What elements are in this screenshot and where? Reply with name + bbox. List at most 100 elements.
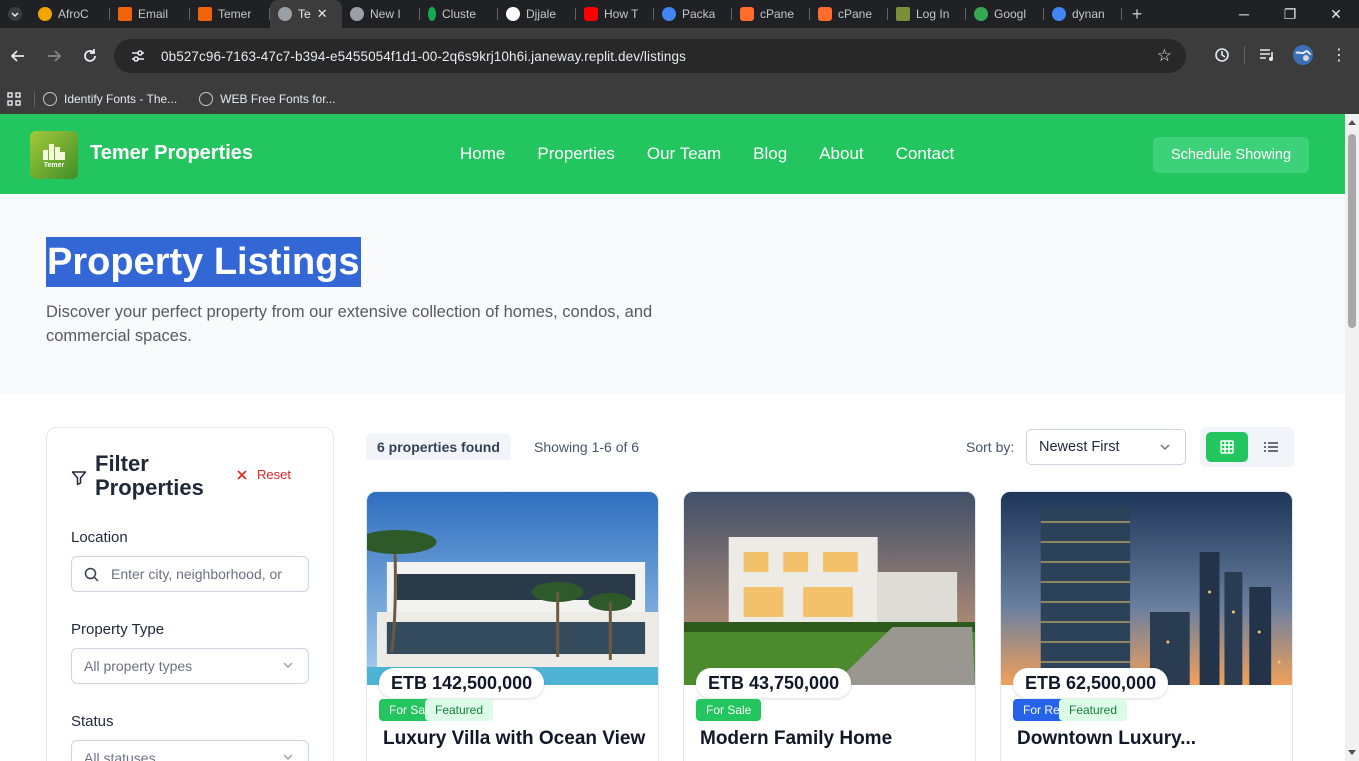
tab-favicon-icon xyxy=(350,7,364,21)
forward-button[interactable] xyxy=(36,38,72,74)
status-select[interactable]: All statuses xyxy=(71,740,309,761)
grid-icon xyxy=(1220,440,1234,454)
browser-tab[interactable]: Email xyxy=(110,0,190,28)
chevron-down-icon xyxy=(8,7,22,21)
page-viewport: Temer Temer Properties Home Properties O… xyxy=(0,114,1345,761)
browser-tab[interactable]: Packa xyxy=(654,0,732,28)
property-type-select[interactable]: All property types xyxy=(71,648,309,684)
bookmark-item[interactable]: WEB Free Fonts for... xyxy=(199,92,336,106)
tab-favicon-icon xyxy=(118,7,132,21)
google-icon xyxy=(1052,7,1066,21)
url-text[interactable]: 0b527c96-7163-47c7-b394-e5455054f1d1-00-… xyxy=(161,49,686,64)
browser-tab[interactable]: cPane xyxy=(732,0,810,28)
list-view-button[interactable] xyxy=(1252,432,1290,462)
page-title: Property Listings xyxy=(46,237,361,287)
scroll-down-arrow-icon[interactable] xyxy=(1348,750,1356,755)
browser-tab[interactable]: cPane xyxy=(810,0,888,28)
arrow-right-icon xyxy=(48,50,62,62)
close-window-icon[interactable]: ✕ xyxy=(1313,0,1359,28)
browser-tab[interactable]: Log In xyxy=(888,0,966,28)
nav-our-team[interactable]: Our Team xyxy=(647,144,721,164)
location-input[interactable]: Enter city, neighborhood, or xyxy=(71,556,309,592)
browser-tab[interactable]: Temer xyxy=(190,0,270,28)
bookmarks-bar: Identify Fonts - The... WEB Free Fonts f… xyxy=(0,84,1359,114)
minimize-icon[interactable]: ─ xyxy=(1221,0,1267,28)
more-menu-icon[interactable]: ⋮ xyxy=(1325,38,1353,72)
sort-select[interactable]: Newest First xyxy=(1026,429,1186,465)
restore-icon[interactable]: ❐ xyxy=(1267,0,1313,28)
cpanel-icon xyxy=(740,7,754,21)
brand-name[interactable]: Temer Properties xyxy=(90,142,253,165)
chevron-down-icon xyxy=(283,662,293,669)
scroll-up-arrow-icon[interactable] xyxy=(1348,120,1356,125)
profile-avatar-icon[interactable] xyxy=(1289,38,1317,72)
tab-favicon-icon xyxy=(428,7,436,21)
reload-button[interactable] xyxy=(72,38,108,74)
results-range: Showing 1-6 of 6 xyxy=(534,439,640,455)
nav-about[interactable]: About xyxy=(819,144,863,164)
tab-favicon-icon xyxy=(278,7,292,21)
property-title[interactable]: Luxury Villa with Ocean View xyxy=(383,728,645,750)
price-tag: ETB 142,500,000 xyxy=(379,668,545,698)
close-icon[interactable]: ✕ xyxy=(317,6,328,22)
back-button[interactable] xyxy=(0,38,36,74)
apps-grid-icon[interactable] xyxy=(0,92,28,106)
logo[interactable]: Temer xyxy=(30,131,78,179)
hero-section: Property Listings Discover your perfect … xyxy=(0,194,1345,394)
page-scrollbar[interactable] xyxy=(1345,114,1359,761)
media-control-icon[interactable] xyxy=(1253,38,1281,72)
browser-tab[interactable]: Googl xyxy=(966,0,1044,28)
price-tag: ETB 62,500,000 xyxy=(1013,668,1169,698)
nav-home[interactable]: Home xyxy=(460,144,505,164)
chevron-down-icon xyxy=(283,754,293,761)
property-photo xyxy=(684,492,975,685)
bookmarks-divider xyxy=(34,91,35,107)
nav-blog[interactable]: Blog xyxy=(753,144,787,164)
close-icon xyxy=(237,469,247,480)
browser-tab[interactable]: How T xyxy=(576,0,654,28)
history-icon[interactable] xyxy=(1208,38,1236,72)
results-count-badge: 6 properties found xyxy=(366,434,511,460)
site-info-icon[interactable] xyxy=(126,44,150,68)
browser-tab-active[interactable]: Te ✕ xyxy=(270,0,342,28)
tab-favicon-icon xyxy=(662,7,676,21)
price-tag: ETB 43,750,000 xyxy=(696,668,852,698)
browser-tab[interactable]: Djjale xyxy=(498,0,576,28)
bookmark-item[interactable]: Identify Fonts - The... xyxy=(43,92,177,106)
tab-search-button[interactable] xyxy=(0,0,30,28)
browser-tab[interactable]: Cluste xyxy=(420,0,498,28)
schedule-showing-button[interactable]: Schedule Showing xyxy=(1153,137,1309,173)
property-card[interactable]: ETB 142,500,000 For Sale Featured Luxury… xyxy=(366,491,659,761)
nav-properties[interactable]: Properties xyxy=(537,144,614,164)
browser-tab[interactable]: AfroC xyxy=(30,0,110,28)
grid-view-button[interactable] xyxy=(1206,432,1248,462)
browser-tab[interactable]: dynan xyxy=(1044,0,1122,28)
property-title[interactable]: Modern Family Home xyxy=(700,728,892,750)
nav-contact[interactable]: Contact xyxy=(896,144,955,164)
page-subtitle: Discover your perfect property from our … xyxy=(46,303,653,345)
property-card[interactable]: ETB 43,750,000 For Sale Modern Family Ho… xyxy=(683,491,976,761)
toolbar-divider xyxy=(1244,46,1245,64)
status-label: Status xyxy=(71,713,114,730)
tab-favicon-icon xyxy=(896,7,910,21)
list-icon xyxy=(1264,442,1278,452)
location-label: Location xyxy=(71,529,128,546)
address-bar[interactable]: 0b527c96-7163-47c7-b394-e5455054f1d1-00-… xyxy=(114,39,1186,73)
sort-label: Sort by: xyxy=(966,439,1015,455)
reload-icon xyxy=(84,49,96,62)
property-card[interactable]: ETB 62,500,000 For Rent Featured Downtow… xyxy=(1000,491,1293,761)
property-title[interactable]: Downtown Luxury... xyxy=(1017,728,1196,750)
scrollbar-thumb[interactable] xyxy=(1348,134,1356,328)
reset-button[interactable]: Reset xyxy=(237,467,291,482)
new-tab-button[interactable]: + xyxy=(1122,4,1152,25)
tab-favicon-icon xyxy=(198,7,212,21)
building-icon xyxy=(43,142,65,160)
featured-badge: Featured xyxy=(1059,699,1128,721)
property-type-label: Property Type xyxy=(71,621,165,638)
tab-favicon-icon xyxy=(974,7,988,21)
filter-panel: Filter Properties Reset Location Enter c… xyxy=(46,427,334,761)
browser-tab[interactable]: New I xyxy=(342,0,420,28)
bookmark-star-icon[interactable]: ☆ xyxy=(1157,46,1172,66)
globe-icon xyxy=(43,92,57,106)
main-nav: Home Properties Our Team Blog About Cont… xyxy=(460,144,954,164)
